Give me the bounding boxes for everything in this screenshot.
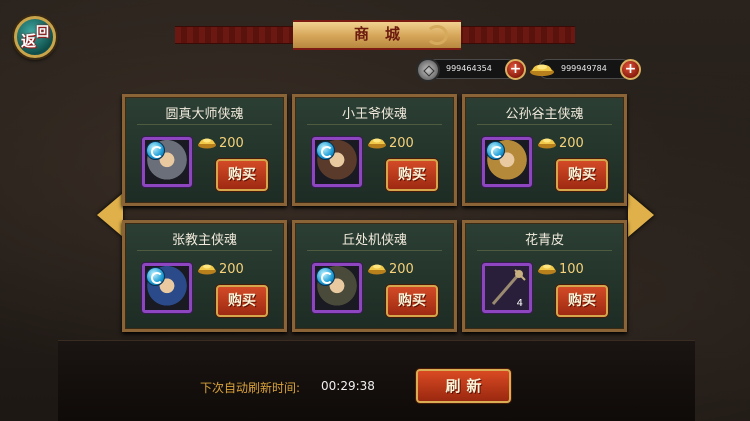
add-coins-button[interactable]: + [505, 59, 526, 80]
divider [307, 124, 442, 125]
item-name: 圆真大师侠魂 [165, 107, 244, 122]
buy-button[interactable]: 购买 [556, 285, 608, 317]
ingots-value: 999949784 [561, 64, 607, 73]
item-price: 200 [389, 136, 414, 151]
gold-ingot-icon [198, 264, 216, 275]
prev-page-arrow-icon[interactable] [97, 193, 123, 237]
item-price: 200 [219, 136, 244, 151]
refresh-countdown: 00:29:38 [321, 379, 375, 393]
hero-portrait[interactable] [142, 137, 192, 187]
bottom-bar [58, 340, 695, 421]
page-title: 商城 [353, 25, 416, 43]
item-name: 小王爷侠魂 [341, 107, 407, 122]
item-name: 丘处机侠魂 [341, 233, 407, 248]
soul-orb-icon [316, 267, 335, 286]
divider [137, 250, 272, 251]
coins-value: 999464354 [446, 64, 492, 73]
soul-orb-icon [146, 141, 165, 160]
back-label-bottom: 返 [21, 32, 37, 50]
hero-portrait[interactable] [312, 137, 362, 187]
item-price: 200 [389, 262, 414, 277]
item-name: 公孙谷主侠魂 [505, 107, 584, 122]
buy-button[interactable]: 购买 [556, 159, 608, 191]
buy-button[interactable]: 购买 [216, 159, 268, 191]
back-label-top: 回 [36, 25, 50, 40]
buy-button[interactable]: 购买 [386, 159, 438, 191]
shop-item-card: 公孙谷主侠魂 200 购买 [462, 94, 627, 206]
hero-portrait[interactable] [312, 263, 362, 313]
item-price: 200 [219, 262, 244, 277]
shop-item-card: 张教主侠魂 200 购买 [122, 220, 287, 332]
hero-portrait[interactable] [482, 137, 532, 187]
item-price: 100 [559, 262, 584, 277]
back-button[interactable]: 回 返 [14, 16, 56, 58]
divider [477, 124, 612, 125]
gold-ingot-icon [368, 138, 386, 149]
soul-orb-icon [146, 267, 165, 286]
shop-item-card: 花青皮 4 100 购买 [462, 220, 627, 332]
gold-ingot-icon [538, 264, 556, 275]
ingots-display: 999949784 + [530, 59, 641, 80]
gold-ingot-icon [530, 64, 554, 76]
gold-ingot-icon [368, 264, 386, 275]
divider [137, 124, 272, 125]
soul-orb-icon [316, 141, 335, 160]
next-page-arrow-icon[interactable] [628, 193, 654, 237]
item-portrait[interactable]: 4 [482, 263, 532, 313]
hero-portrait[interactable] [142, 263, 192, 313]
gold-ingot-icon [538, 138, 556, 149]
shop-item-card: 小王爷侠魂 200 购买 [292, 94, 457, 206]
refresh-label: 下次自动刷新时间: [200, 381, 301, 395]
item-name: 张教主侠魂 [171, 233, 237, 248]
buy-button[interactable]: 购买 [216, 285, 268, 317]
shop-item-card: 丘处机侠魂 200 购买 [292, 220, 457, 332]
coins-display: 999464354 + [416, 58, 526, 82]
item-price: 200 [559, 136, 584, 151]
shop-item-card: 圆真大师侠魂 200 购买 [122, 94, 287, 206]
buy-button[interactable]: 购买 [386, 285, 438, 317]
divider [477, 250, 612, 251]
refresh-button[interactable]: 刷新 [416, 369, 511, 403]
divider [307, 250, 442, 251]
item-count: 4 [516, 298, 523, 309]
add-ingots-button[interactable]: + [620, 59, 641, 80]
gold-ingot-icon [198, 138, 216, 149]
soul-orb-icon [486, 141, 505, 160]
item-name: 花青皮 [524, 233, 564, 248]
coin-icon [416, 58, 440, 82]
